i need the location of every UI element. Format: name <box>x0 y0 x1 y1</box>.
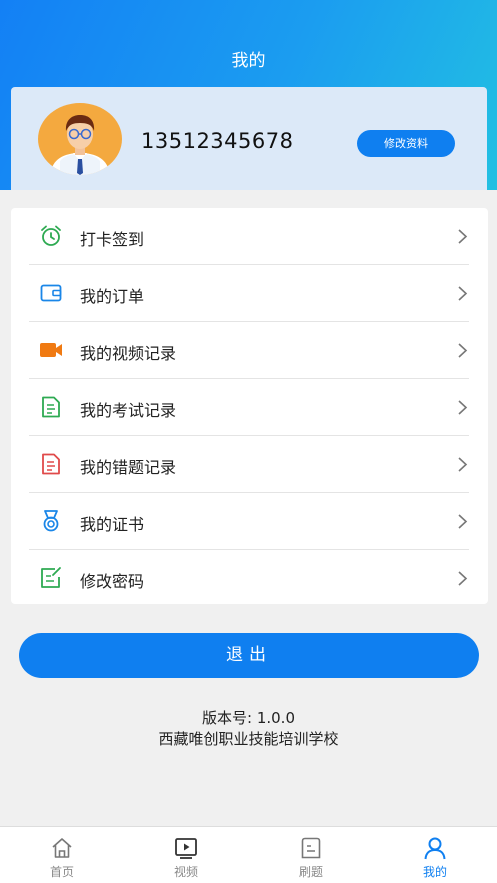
chevron-right-icon <box>458 400 468 415</box>
menu-list: 打卡签到 我的订单 我的视频记录 我的考试记录 我的错题记录 我的证书 修改密码 <box>11 208 488 604</box>
menu-item-certificates[interactable]: 我的证书 <box>29 493 469 550</box>
tab-label: 首页 <box>49 865 74 879</box>
page-title: 我的 <box>231 51 266 71</box>
user-phone: 13512345678 <box>141 129 294 153</box>
chevron-right-icon <box>458 286 468 301</box>
menu-item-label: 我的订单 <box>80 287 145 306</box>
chevron-right-icon <box>458 457 468 472</box>
chevron-right-icon <box>458 571 468 586</box>
chevron-right-icon <box>458 514 468 529</box>
wallet-icon <box>40 284 62 302</box>
school-name: 西藏唯创职业技能培训学校 <box>158 730 339 748</box>
video-camera-icon <box>40 343 62 357</box>
menu-item-label: 我的错题记录 <box>80 458 177 477</box>
tab-video[interactable]: 视频 <box>124 827 248 883</box>
menu-item-label: 打卡签到 <box>80 230 145 249</box>
avatar[interactable] <box>38 103 122 175</box>
menu-item-change-password[interactable]: 修改密码 <box>29 550 469 607</box>
menu-item-exam-records[interactable]: 我的考试记录 <box>29 379 469 436</box>
bottom-tab-bar: 首页 视频 刷题 我的 <box>0 826 497 883</box>
logout-button[interactable]: 退出 <box>19 633 479 678</box>
menu-item-label: 我的考试记录 <box>80 401 177 420</box>
tab-mine[interactable]: 我的 <box>373 827 497 883</box>
profile-card: 13512345678 修改资料 <box>11 87 487 190</box>
edit-note-icon <box>41 567 61 588</box>
document-icon <box>42 396 60 418</box>
tab-label: 刷题 <box>298 865 323 879</box>
menu-item-orders[interactable]: 我的订单 <box>29 265 469 322</box>
menu-item-wrong-questions[interactable]: 我的错题记录 <box>29 436 469 493</box>
tab-quiz[interactable]: 刷题 <box>249 827 373 883</box>
home-icon <box>52 838 72 858</box>
version-text: 版本号: 1.0.0 <box>202 709 295 727</box>
user-icon <box>424 837 446 860</box>
menu-item-label: 我的视频记录 <box>80 344 177 363</box>
avatar-illustration <box>50 115 110 175</box>
tab-home[interactable]: 首页 <box>0 827 124 883</box>
tab-label: 视频 <box>173 865 198 879</box>
chevron-right-icon <box>458 229 468 244</box>
alarm-clock-icon <box>41 225 61 246</box>
video-play-icon <box>175 838 197 859</box>
chevron-right-icon <box>458 343 468 358</box>
menu-item-video-records[interactable]: 我的视频记录 <box>29 322 469 379</box>
edit-profile-button[interactable]: 修改资料 <box>357 130 455 157</box>
medal-icon <box>43 510 59 532</box>
tab-label: 我的 <box>422 865 447 879</box>
menu-item-label: 修改密码 <box>80 572 145 591</box>
menu-item-checkin[interactable]: 打卡签到 <box>29 208 469 265</box>
document-icon <box>42 453 60 475</box>
menu-item-label: 我的证书 <box>80 515 145 534</box>
quiz-icon <box>301 837 321 859</box>
